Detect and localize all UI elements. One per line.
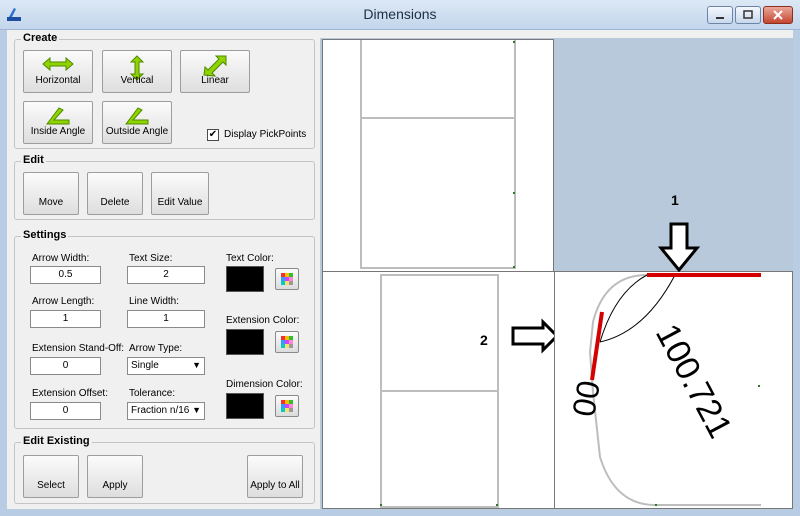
apply-label: Apply bbox=[102, 480, 128, 491]
vertical-label: Vertical bbox=[120, 75, 154, 86]
arrow-width-input[interactable]: 0.5 bbox=[30, 266, 101, 284]
horizontal-label: Horizontal bbox=[35, 75, 81, 86]
minimize-button[interactable] bbox=[707, 6, 733, 24]
arrow-length-input[interactable]: 1 bbox=[30, 310, 101, 328]
viewport-bottom-left[interactable]: 2 bbox=[322, 271, 555, 509]
chevron-down-icon: ▼ bbox=[192, 405, 201, 415]
text-color-swatch bbox=[226, 266, 264, 292]
settings-group: Settings Arrow Width: 0.5 Text Size: 2 T… bbox=[14, 229, 315, 429]
outside-angle-label: Outside Angle bbox=[105, 126, 169, 137]
tolerance-select[interactable]: Fraction n/16 ▼ bbox=[127, 402, 205, 420]
display-pickpoints-label: Display PickPoints bbox=[224, 129, 307, 140]
edit-group-title: Edit bbox=[21, 154, 46, 166]
edit-existing-group-title: Edit Existing bbox=[21, 435, 92, 447]
arrow-width-label: Arrow Width: bbox=[32, 253, 90, 264]
arrow-type-value: Single bbox=[131, 360, 159, 371]
close-button[interactable] bbox=[763, 6, 793, 24]
create-group-title: Create bbox=[21, 32, 60, 44]
palette-icon bbox=[281, 400, 293, 412]
apply-to-all-label: Apply to All bbox=[250, 480, 300, 491]
text-size-input[interactable]: 2 bbox=[127, 266, 205, 284]
maximize-icon bbox=[743, 10, 753, 19]
outside-angle-button[interactable]: Outside Angle bbox=[102, 101, 172, 144]
partial-dimension-text: 00 bbox=[565, 378, 607, 419]
close-icon bbox=[773, 10, 783, 20]
text-color-button[interactable] bbox=[275, 268, 299, 290]
palette-icon bbox=[281, 336, 293, 348]
callout-2: 2 bbox=[480, 332, 488, 348]
delete-button[interactable]: Delete bbox=[87, 172, 143, 215]
create-group: Create Horizontal Vertical Linear Inside… bbox=[14, 32, 315, 149]
text-size-label: Text Size: bbox=[129, 253, 173, 264]
settings-group-title: Settings bbox=[21, 229, 69, 241]
line-width-label: Line Width: bbox=[129, 296, 180, 307]
apply-button[interactable]: Apply bbox=[87, 455, 143, 498]
maximize-button[interactable] bbox=[735, 6, 761, 24]
inside-angle-button[interactable]: Inside Angle bbox=[23, 101, 93, 144]
window-title: Dimensions bbox=[363, 6, 437, 22]
linear-label: Linear bbox=[201, 75, 229, 86]
title-bar: Dimensions bbox=[0, 0, 800, 30]
horizontal-button[interactable]: Horizontal bbox=[23, 50, 93, 93]
dimension-color-label: Dimension Color: bbox=[226, 379, 303, 390]
extension-offset-label: Extension Offset: bbox=[32, 388, 108, 399]
edit-existing-group: Edit Existing Select Apply Apply to All bbox=[14, 435, 315, 504]
dimension-value-text: 100.721 bbox=[648, 318, 739, 444]
arrow-length-label: Arrow Length: bbox=[32, 296, 95, 307]
bottom-right-drawing: 100.721 00 bbox=[565, 273, 761, 506]
inside-angle-label: Inside Angle bbox=[30, 126, 86, 137]
linear-arrow-icon bbox=[203, 55, 227, 77]
dimension-color-button[interactable] bbox=[275, 395, 299, 417]
outside-angle-icon bbox=[125, 107, 149, 125]
viewport-top[interactable] bbox=[322, 39, 554, 272]
vertical-button[interactable]: Vertical bbox=[102, 50, 172, 93]
select-button[interactable]: Select bbox=[23, 455, 79, 498]
extension-standoff-input[interactable]: 0 bbox=[30, 357, 101, 375]
arrow-type-label: Arrow Type: bbox=[129, 343, 183, 354]
callout-1-overlay: 1 bbox=[657, 192, 701, 272]
edit-group: Edit Move Delete Edit Value bbox=[14, 154, 315, 220]
edit-value-button[interactable]: Edit Value bbox=[151, 172, 209, 215]
tolerance-value: Fraction n/16 bbox=[131, 405, 190, 416]
extension-standoff-label: Extension Stand-Off: bbox=[32, 343, 125, 354]
client-area: Create Horizontal Vertical Linear Inside… bbox=[7, 30, 793, 509]
extension-offset-input[interactable]: 0 bbox=[30, 402, 101, 420]
linear-button[interactable]: Linear bbox=[180, 50, 250, 93]
delete-label: Delete bbox=[100, 197, 130, 208]
horizontal-arrow-icon bbox=[42, 56, 74, 72]
tolerance-label: Tolerance: bbox=[129, 388, 176, 399]
minimize-icon bbox=[716, 17, 724, 19]
display-pickpoints-checkbox[interactable]: ✔ bbox=[207, 129, 219, 141]
edit-value-label: Edit Value bbox=[157, 197, 203, 208]
extension-color-swatch bbox=[226, 329, 264, 355]
chevron-down-icon: ▼ bbox=[192, 360, 201, 370]
extension-color-label: Extension Color: bbox=[226, 315, 300, 326]
move-button[interactable]: Move bbox=[23, 172, 79, 215]
move-label: Move bbox=[38, 197, 64, 208]
bottom-left-drawing: 2 bbox=[380, 274, 554, 508]
arrow-type-select[interactable]: Single ▼ bbox=[127, 357, 205, 375]
top-drawing bbox=[360, 40, 516, 269]
apply-to-all-button[interactable]: Apply to All bbox=[247, 455, 303, 498]
extension-color-button[interactable] bbox=[275, 331, 299, 353]
callout-1: 1 bbox=[671, 192, 679, 208]
palette-icon bbox=[281, 273, 293, 285]
viewport-bottom-right[interactable]: 100.721 00 bbox=[554, 271, 793, 509]
select-label: Select bbox=[37, 480, 65, 491]
text-color-label: Text Color: bbox=[226, 253, 274, 264]
inside-angle-icon bbox=[46, 107, 70, 125]
line-width-input[interactable]: 1 bbox=[127, 310, 205, 328]
dimension-color-swatch bbox=[226, 393, 264, 419]
